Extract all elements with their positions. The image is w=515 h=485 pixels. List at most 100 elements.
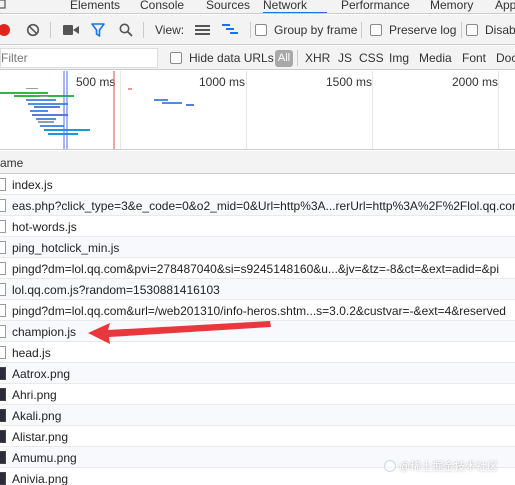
overview-waterfall (0, 71, 194, 149)
filter-type-css[interactable]: CSS (359, 46, 384, 70)
request-name: Anivia.png (12, 472, 69, 485)
file-icon (0, 262, 6, 275)
tab-console[interactable]: Console (140, 0, 184, 13)
checkbox-box[interactable] (370, 24, 382, 36)
toolbar-divider (297, 50, 298, 66)
toolbar-divider (461, 22, 462, 38)
watermark-logo-icon (384, 460, 396, 472)
file-icon (0, 199, 6, 212)
group-by-frame-label: Group by frame (274, 23, 358, 37)
tab-memory[interactable]: Memory (430, 0, 473, 13)
request-name: pingd?dm=lol.qq.com&url=/web201310/info-… (12, 304, 506, 318)
request-name: pingd?dm=lol.qq.com&pvi=278487040&si=s92… (12, 262, 500, 276)
column-header-name[interactable]: ame (0, 156, 23, 170)
request-name: Amumu.png (12, 451, 77, 465)
list-view-icon (195, 25, 210, 35)
image-icon (0, 388, 6, 401)
filter-type-img[interactable]: Img (389, 46, 409, 70)
image-icon (0, 367, 6, 380)
filter-type-js[interactable]: JS (338, 46, 352, 70)
search-icon (119, 23, 133, 37)
capture-screenshots-button[interactable] (63, 15, 79, 45)
waterfall-icon (222, 24, 238, 34)
table-row[interactable]: ping_hotclick_min.js (0, 237, 515, 258)
hide-data-urls-label: Hide data URLs (189, 51, 274, 65)
request-name: Aatrox.png (12, 367, 71, 381)
table-row[interactable]: head.js (0, 342, 515, 363)
search-button[interactable] (119, 15, 133, 45)
filter-type-all[interactable]: All (275, 50, 293, 67)
watermark: @稀土掘金技术社区 (384, 458, 498, 474)
image-icon (0, 430, 6, 443)
image-icon (0, 409, 6, 422)
disable-cache-checkbox[interactable]: Disabl (466, 15, 515, 45)
group-by-frame-checkbox[interactable]: Group by frame (255, 15, 357, 45)
checkbox-box[interactable] (170, 52, 182, 64)
preserve-log-checkbox[interactable]: Preserve log (370, 15, 456, 45)
network-toolbar: View: Group by frame Preserve log Disabl (0, 15, 515, 45)
toolbar-divider (50, 22, 51, 38)
image-icon (0, 472, 6, 485)
preserve-log-label: Preserve log (389, 23, 457, 37)
file-icon (0, 178, 6, 191)
table-row[interactable]: Ahri.png (0, 384, 515, 405)
request-name: champion.js (12, 325, 77, 339)
table-row[interactable]: pingd?dm=lol.qq.com&url=/web201310/info-… (0, 300, 515, 321)
large-request-rows-toggle[interactable] (195, 15, 210, 45)
filter-type-xhr[interactable]: XHR (305, 46, 330, 70)
tab-application[interactable]: App (495, 0, 515, 13)
overview-request-bars (0, 88, 194, 135)
view-label: View: (155, 15, 184, 45)
table-row[interactable]: pingd?dm=lol.qq.com&pvi=278487040&si=s92… (0, 258, 515, 279)
file-icon (0, 325, 6, 338)
table-row[interactable]: index.js (0, 174, 515, 195)
table-row[interactable]: eas.php?click_type=3&e_code=0&o2_mid=0&U… (0, 195, 515, 216)
tab-performance[interactable]: Performance (341, 0, 410, 13)
filter-type-font[interactable]: Font (462, 46, 486, 70)
filter-input[interactable] (0, 48, 158, 68)
checkbox-box[interactable] (255, 24, 267, 36)
file-icon (0, 346, 6, 359)
devtools-tab-bar: Elements Console Sources Network Perform… (0, 0, 515, 14)
file-icon (0, 304, 6, 317)
request-table-header[interactable]: ame (0, 151, 515, 174)
image-icon (0, 451, 6, 464)
request-name: lol.qq.com.js?random=1530881416103 (12, 283, 220, 297)
table-row[interactable]: hot-words.js (0, 216, 515, 237)
request-name: head.js (12, 346, 51, 360)
table-row[interactable]: lol.qq.com.js?random=1530881416103 (0, 279, 515, 300)
request-name: hot-words.js (12, 220, 77, 234)
table-row[interactable]: Aatrox.png (0, 363, 515, 384)
clear-icon (26, 23, 40, 37)
toolbar-divider (361, 22, 362, 38)
file-icon (0, 241, 6, 254)
watermark-text: @稀土掘金技术社区 (399, 461, 499, 473)
tab-elements[interactable]: Elements (70, 0, 120, 13)
filter-bar: Hide data URLs All XHR JS CSS Img Media … (0, 46, 515, 70)
request-name: Akali.png (12, 409, 62, 423)
checkbox-box[interactable] (466, 24, 478, 36)
record-button[interactable] (0, 15, 12, 45)
view-label-text: View: (155, 23, 185, 37)
filter-toggle-button[interactable] (91, 15, 105, 45)
filter-type-doc[interactable]: Doc (496, 46, 515, 70)
video-camera-icon (63, 25, 79, 35)
inspect-icon[interactable] (0, 0, 6, 13)
tab-network[interactable]: Network (263, 0, 327, 13)
table-row[interactable]: Akali.png (0, 405, 515, 426)
show-overview-toggle[interactable] (222, 15, 238, 45)
request-name: index.js (12, 178, 53, 192)
request-name: Alistar.png (12, 430, 69, 444)
disable-cache-label: Disabl (485, 23, 515, 37)
tab-sources[interactable]: Sources (206, 0, 250, 13)
table-row[interactable]: champion.js (0, 321, 515, 342)
request-name: Ahri.png (12, 388, 57, 402)
table-row[interactable]: Alistar.png (0, 426, 515, 447)
clear-button[interactable] (26, 15, 40, 45)
toolbar-divider (143, 22, 144, 38)
network-overview-timeline[interactable]: 500 ms 1000 ms 1500 ms 2000 ms (0, 71, 515, 150)
file-icon (0, 283, 6, 296)
toolbar-divider (250, 22, 251, 38)
filter-type-media[interactable]: Media (419, 46, 452, 70)
hide-data-urls-checkbox[interactable]: Hide data URLs (170, 46, 274, 70)
